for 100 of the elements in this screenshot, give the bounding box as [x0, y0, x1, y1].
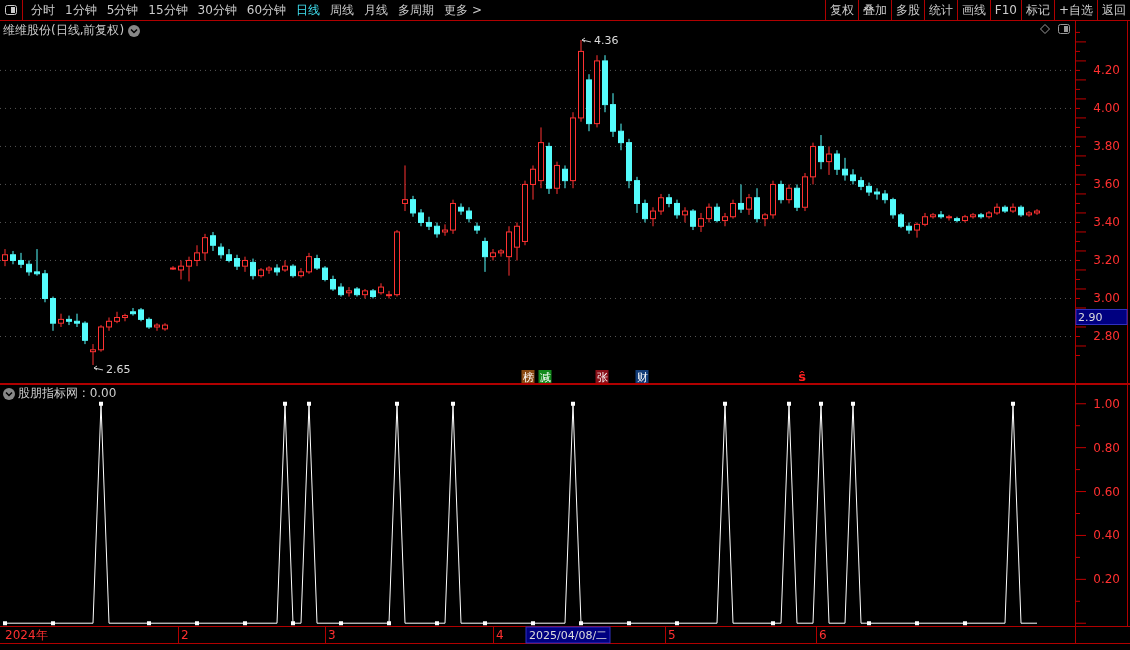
candlestick: [1010, 202, 1016, 214]
candlestick: [522, 180, 528, 246]
candlestick: [618, 123, 624, 151]
dropdown-icon[interactable]: [128, 24, 141, 37]
candlestick: [738, 183, 744, 214]
y-tick-label: 0.40: [1093, 528, 1120, 543]
event-marker[interactable]: 减: [538, 370, 552, 383]
candlestick: [906, 221, 912, 235]
candlestick: [850, 168, 856, 185]
candlestick: [986, 210, 992, 220]
arrow-icon: [581, 37, 592, 43]
candlestick: [362, 288, 368, 299]
price-label: 4.00: [1093, 101, 1120, 116]
time-label: 3: [328, 628, 336, 642]
candlestick: [122, 313, 128, 322]
candlestick: [674, 199, 680, 220]
candlestick: [146, 316, 152, 330]
time-label: 2024年: [5, 628, 48, 642]
y-tick-label: 0.20: [1093, 572, 1120, 587]
candlestick: [570, 111, 576, 189]
candlestick: [98, 324, 104, 353]
candlestick: [834, 149, 840, 176]
candlestick: [450, 199, 456, 235]
candlestick: [594, 54, 600, 128]
candlestick: [858, 176, 864, 191]
price-label: 3.20: [1093, 253, 1120, 268]
candlestick: [322, 265, 328, 282]
candlestick: [58, 313, 64, 328]
candlestick: [178, 259, 184, 280]
candlestick: [442, 223, 448, 237]
candlestick: [402, 164, 408, 212]
candlestick: [306, 252, 312, 275]
candlestick: [338, 282, 344, 298]
candlestick: [530, 164, 536, 201]
candlestick: [154, 322, 160, 332]
candlestick: [1026, 210, 1032, 218]
candlestick: [682, 206, 688, 223]
candlestick: [578, 39, 584, 123]
price-label: 3.60: [1093, 177, 1120, 192]
candlestick: [786, 183, 792, 204]
chart-title: 维维股份(日线,前复权): [3, 22, 125, 39]
candlestick: [90, 343, 96, 366]
panel-icon[interactable]: [1058, 24, 1070, 34]
dropdown-icon[interactable]: [3, 387, 15, 400]
candlestick: [114, 311, 120, 324]
candlestick: [1034, 208, 1040, 216]
candlestick: [314, 254, 320, 271]
candlestick: [842, 157, 848, 182]
candlestick: [514, 221, 520, 261]
price-label: 4.20: [1093, 63, 1120, 78]
candlestick: [466, 206, 472, 223]
candlestick: [946, 214, 952, 222]
candlestick: [50, 296, 56, 332]
price-label: 3.40: [1093, 215, 1120, 230]
event-marker[interactable]: 榜: [521, 370, 535, 383]
candlestick: [562, 164, 568, 189]
candlestick: [378, 282, 384, 296]
candlestick: [202, 233, 208, 261]
time-label: 4: [496, 628, 504, 642]
candlestick: [434, 221, 440, 239]
candlestick: [226, 248, 232, 263]
event-marker[interactable]: 财: [635, 370, 649, 383]
candlestick: [914, 221, 920, 239]
candlestick: [498, 248, 504, 258]
candlestick: [634, 176, 640, 214]
panel-icon: [5, 5, 17, 15]
candlestick: [18, 252, 24, 269]
candlestick: [658, 193, 664, 216]
candlestick: [778, 180, 784, 204]
candlestick: [1002, 204, 1008, 214]
candlestick: [970, 212, 976, 220]
y-tick-label: 0.60: [1093, 484, 1120, 499]
candlestick: [586, 73, 592, 132]
candlestick: [810, 142, 816, 185]
candlestick: [298, 267, 304, 279]
candlestick: [282, 259, 288, 273]
candlestick: [978, 212, 984, 220]
candlestick: [666, 193, 672, 208]
candlestick: [458, 202, 464, 216]
candlestick: [506, 225, 512, 277]
candlestick: [210, 231, 216, 252]
candlestick: [234, 254, 240, 271]
candlestick: [250, 258, 256, 280]
price-label: 3.00: [1093, 291, 1120, 306]
time-label: 5: [668, 628, 676, 642]
candlestick: [650, 206, 656, 227]
candlestick: [66, 315, 72, 326]
candlestick: [370, 288, 376, 299]
candlestick: [690, 208, 696, 231]
candlestick: [218, 242, 224, 260]
candlestick: [410, 195, 416, 218]
candlestick: [826, 145, 832, 176]
candlestick: [346, 286, 352, 298]
candlestick: [194, 244, 200, 267]
candlestick: [186, 256, 192, 282]
candlestick: [954, 216, 960, 223]
event-marker[interactable]: ŝ: [798, 369, 806, 384]
candlestick: [42, 269, 48, 303]
candlestick: [258, 267, 264, 279]
event-marker[interactable]: 张: [595, 370, 609, 383]
